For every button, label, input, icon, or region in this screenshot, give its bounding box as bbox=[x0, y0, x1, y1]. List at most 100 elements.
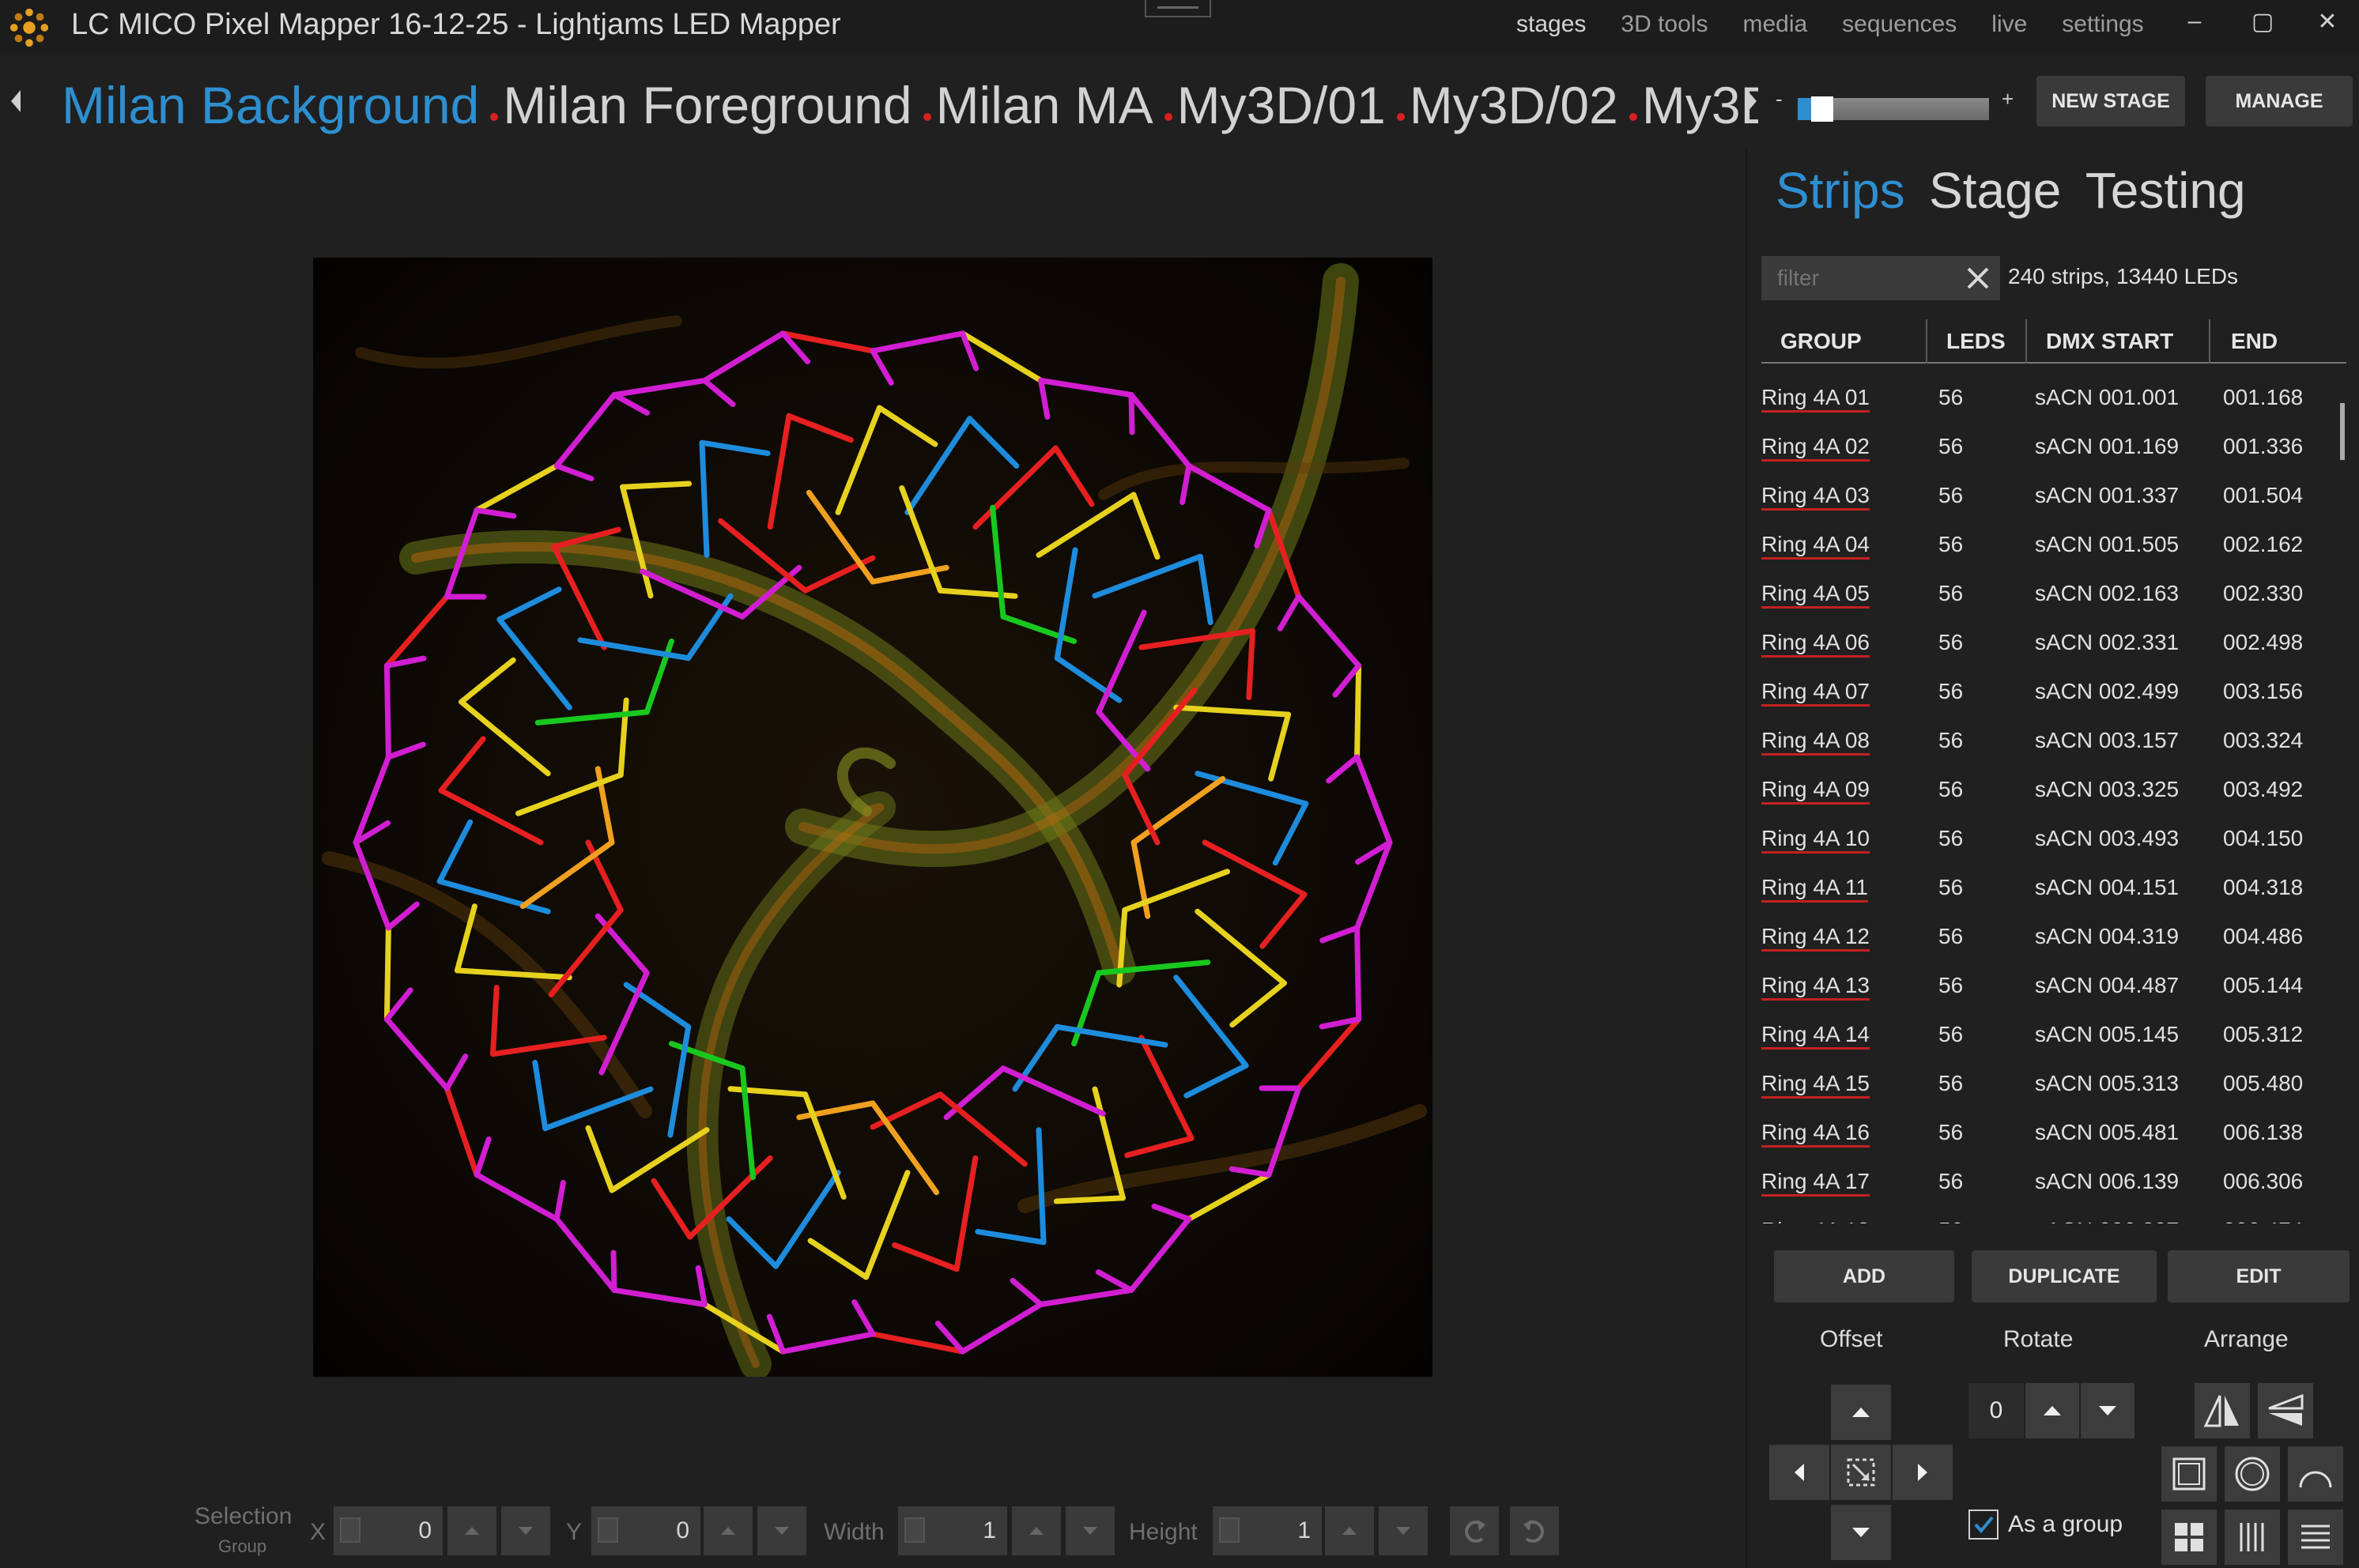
column-dmx-start[interactable]: DMX START bbox=[2027, 319, 2210, 364]
menu-live[interactable]: live bbox=[1991, 11, 2027, 38]
manage-button[interactable]: MANAGE bbox=[2206, 76, 2353, 126]
table-row[interactable]: Ring 4A 10 56 sACN 003.493 004.150 bbox=[1761, 814, 2346, 863]
rotate-down-button[interactable] bbox=[2081, 1383, 2134, 1438]
stage-tab-milan-foreground[interactable]: Milan Foreground bbox=[503, 70, 912, 141]
offset-up-button[interactable] bbox=[1831, 1385, 1891, 1440]
width-increment-button[interactable] bbox=[1012, 1506, 1061, 1555]
arrange-square-button[interactable] bbox=[2161, 1446, 2217, 1502]
table-row[interactable]: Ring 4A 02 56 sACN 001.169 001.336 bbox=[1761, 422, 2346, 471]
duplicate-strip-button[interactable]: DUPLICATE bbox=[1972, 1250, 2157, 1302]
led-strip-segment[interactable] bbox=[383, 662, 391, 760]
table-row[interactable]: Ring 4A 08 56 sACN 003.157 003.324 bbox=[1761, 716, 2346, 765]
height-field[interactable]: 1 bbox=[1213, 1506, 1322, 1555]
close-button[interactable]: ✕ bbox=[2312, 8, 2343, 43]
scroll-right-icon[interactable] bbox=[1744, 85, 1760, 117]
scroll-left-icon[interactable] bbox=[8, 85, 24, 117]
zoom-slider[interactable]: - + bbox=[1776, 87, 2014, 126]
width-decrement-button[interactable] bbox=[1066, 1506, 1115, 1555]
mirror-vertical-button[interactable] bbox=[2258, 1383, 2313, 1438]
tab-testing[interactable]: Testing bbox=[2085, 162, 2246, 219]
table-row[interactable]: Ring 4A 16 56 sACN 005.481 006.138 bbox=[1761, 1108, 2346, 1157]
led-strip-segment[interactable] bbox=[610, 1250, 617, 1293]
tab-stage[interactable]: Stage bbox=[1929, 162, 2061, 219]
height-decrement-button[interactable] bbox=[1379, 1506, 1428, 1555]
led-strip-segment[interactable] bbox=[1128, 392, 1135, 435]
new-stage-button[interactable]: NEW STAGE bbox=[2036, 76, 2185, 126]
led-strip-segment[interactable] bbox=[1246, 628, 1255, 700]
stage-tab-my3d-02[interactable]: My3D/02 bbox=[1410, 70, 1618, 141]
table-row[interactable]: Ring 4A 12 56 sACN 004.319 004.486 bbox=[1761, 912, 2346, 961]
arrange-rows-button[interactable] bbox=[2288, 1510, 2343, 1565]
arrange-circle-button[interactable] bbox=[2225, 1446, 2280, 1502]
table-row[interactable]: Ring 4A 06 56 sACN 002.331 002.498 bbox=[1761, 618, 2346, 667]
drag-handle-icon[interactable] bbox=[340, 1517, 360, 1543]
offset-left-button[interactable] bbox=[1769, 1445, 1829, 1500]
table-row[interactable]: Ring 4A 15 56 sACN 005.313 005.480 bbox=[1761, 1059, 2346, 1108]
width-field[interactable]: 1 bbox=[898, 1506, 1007, 1555]
rotate-up-button[interactable] bbox=[2025, 1383, 2079, 1438]
y-decrement-button[interactable] bbox=[757, 1506, 806, 1555]
led-strip-segment[interactable] bbox=[1354, 925, 1362, 1023]
column-group[interactable]: GROUP bbox=[1761, 319, 1927, 364]
table-row[interactable]: Ring 4A 13 56 sACN 004.487 005.144 bbox=[1761, 961, 2346, 1010]
stage-canvas[interactable] bbox=[313, 258, 1432, 1377]
arrange-columns-button[interactable] bbox=[2225, 1510, 2280, 1565]
led-strip-segment[interactable] bbox=[1053, 1195, 1126, 1204]
x-field[interactable]: 0 bbox=[334, 1506, 443, 1555]
arrange-grid-button[interactable] bbox=[2161, 1510, 2217, 1565]
menu-settings[interactable]: settings bbox=[2062, 11, 2143, 38]
column-end[interactable]: END bbox=[2210, 319, 2345, 364]
x-decrement-button[interactable] bbox=[501, 1506, 550, 1555]
table-row[interactable]: Ring 4A 07 56 sACN 002.499 003.156 bbox=[1761, 667, 2346, 716]
offset-right-button[interactable] bbox=[1893, 1445, 1953, 1500]
redo-button[interactable] bbox=[1510, 1506, 1559, 1555]
mirror-horizontal-button[interactable] bbox=[2195, 1383, 2250, 1438]
led-strip-segment[interactable] bbox=[1354, 662, 1362, 760]
led-strip-segment[interactable] bbox=[490, 985, 500, 1057]
stage-tab-milan-background[interactable]: Milan Background bbox=[62, 70, 479, 141]
table-row[interactable]: Ring 4A 09 56 sACN 003.325 003.492 bbox=[1761, 765, 2346, 814]
drag-handle-icon[interactable] bbox=[1219, 1517, 1240, 1543]
undo-button[interactable] bbox=[1450, 1506, 1499, 1555]
add-strip-button[interactable]: ADD bbox=[1774, 1250, 1954, 1302]
led-strip-segment[interactable] bbox=[620, 481, 693, 490]
stage-tab-my3d-03[interactable]: My3D/03 bbox=[1642, 70, 1758, 141]
table-row[interactable]: Ring 4A 11 56 sACN 004.151 004.318 bbox=[1761, 863, 2346, 912]
offset-center-button[interactable] bbox=[1831, 1445, 1891, 1500]
drag-handle-icon[interactable] bbox=[904, 1517, 925, 1543]
column-leds[interactable]: LEDS bbox=[1927, 319, 2027, 364]
clear-filter-icon[interactable] bbox=[1964, 264, 1992, 292]
stage-tab-my3d-01[interactable]: My3D/01 bbox=[1177, 70, 1386, 141]
menu-3d-tools[interactable]: 3D tools bbox=[1621, 11, 1708, 38]
rotate-value[interactable]: 0 bbox=[1968, 1383, 2024, 1438]
arrange-arc-button[interactable] bbox=[2288, 1446, 2343, 1502]
table-row[interactable]: Ring 4A 04 56 sACN 001.505 002.162 bbox=[1761, 520, 2346, 569]
table-row[interactable]: Ring 4A 05 56 sACN 002.163 002.330 bbox=[1761, 569, 2346, 618]
drag-handle-icon[interactable] bbox=[598, 1517, 618, 1543]
minimize-button[interactable]: – bbox=[2179, 8, 2210, 43]
drawer-handle[interactable] bbox=[1145, 0, 1211, 17]
menu-stages[interactable]: stages bbox=[1516, 11, 1586, 38]
led-strip-segment[interactable] bbox=[383, 925, 391, 1023]
table-row[interactable]: Ring 4A 01 56 sACN 001.001 001.168 bbox=[1761, 373, 2346, 422]
x-increment-button[interactable] bbox=[447, 1506, 496, 1555]
edit-strip-button[interactable]: EDIT bbox=[2168, 1250, 2350, 1302]
stage-tab-milan-ma[interactable]: Milan MA bbox=[936, 70, 1153, 141]
zoom-thumb[interactable] bbox=[1810, 96, 1833, 122]
height-increment-button[interactable] bbox=[1325, 1506, 1374, 1555]
table-scrollbar[interactable] bbox=[2340, 403, 2345, 460]
offset-down-button[interactable] bbox=[1831, 1505, 1891, 1560]
as-group-toggle[interactable]: As a group bbox=[1968, 1510, 2123, 1540]
table-row[interactable]: Ring 4A 17 56 sACN 006.139 006.306 bbox=[1761, 1157, 2346, 1206]
table-row[interactable]: Ring 4A 03 56 sACN 001.337 001.504 bbox=[1761, 471, 2346, 520]
table-row[interactable]: Ring 4A 14 56 sACN 005.145 005.312 bbox=[1761, 1010, 2346, 1059]
y-increment-button[interactable] bbox=[704, 1506, 753, 1555]
table-row[interactable]: Ring 4A 18 56sACN 006.307006.474 bbox=[1761, 1206, 2346, 1223]
maximize-button[interactable]: ▢ bbox=[2247, 8, 2278, 43]
menu-sequences[interactable]: sequences bbox=[1842, 11, 1957, 38]
tab-strips[interactable]: Strips bbox=[1776, 162, 1905, 219]
menu-media[interactable]: media bbox=[1742, 11, 1807, 38]
filter-input[interactable] bbox=[1761, 256, 1959, 300]
y-field[interactable]: 0 bbox=[591, 1506, 700, 1555]
as-group-checkbox[interactable] bbox=[1968, 1510, 1999, 1540]
